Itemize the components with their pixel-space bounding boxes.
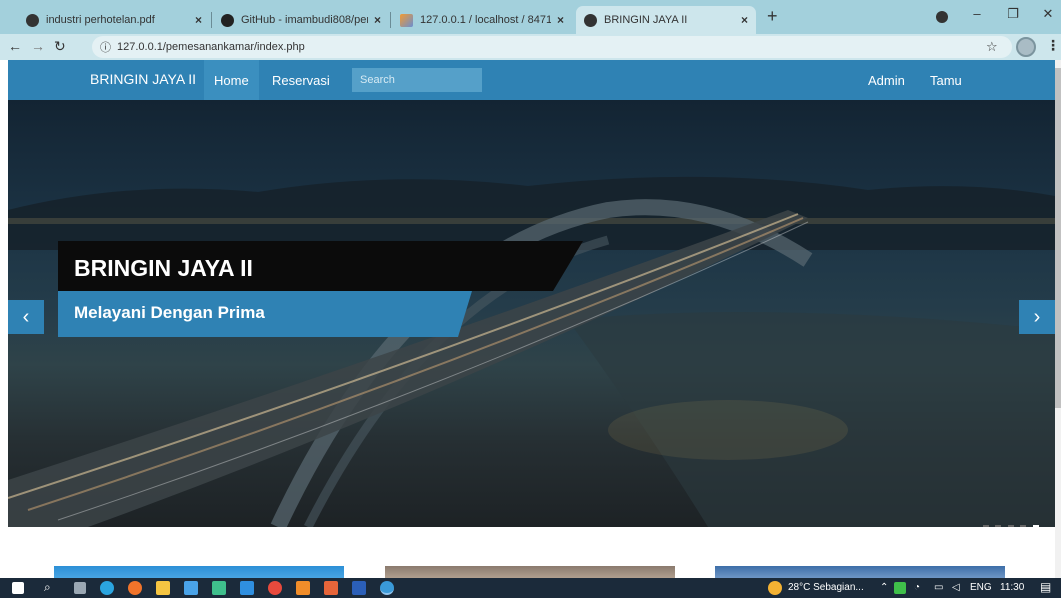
tab-divider (390, 12, 391, 28)
page-viewport: BRINGIN JAYA II Home Reservasi Admin Tam… (0, 60, 1061, 578)
notification-icon[interactable]: ▤ (1040, 580, 1051, 594)
tray-app-icon[interactable] (894, 582, 906, 594)
carousel-indicator-active[interactable] (1032, 525, 1039, 527)
wifi-icon[interactable]: ◔ (914, 582, 920, 593)
chevron-up-icon[interactable]: ⌃ (880, 582, 888, 593)
chevron-right-icon: › (1033, 305, 1041, 328)
carousel-title: BRINGIN JAYA II (58, 241, 583, 291)
firefox-icon[interactable] (128, 581, 142, 595)
store-icon[interactable] (184, 581, 198, 595)
window-close-icon[interactable]: ✕ (1038, 6, 1058, 22)
tab-label: 127.0.0.1 / localhost / 8471 / pel (420, 14, 551, 26)
github-icon (221, 13, 234, 27)
nav-admin[interactable]: Admin (858, 60, 915, 100)
carousel-subtitle: Melayani Dengan Prima (58, 291, 472, 337)
opera-icon[interactable] (268, 581, 282, 595)
browser-tab-bar: industri perhotelan.pdf × GitHub - imamb… (0, 0, 1061, 34)
menu-kebab-icon[interactable]: ⋮ (1046, 37, 1060, 54)
weather-icon[interactable] (768, 581, 782, 595)
restore-icon[interactable]: ❐ (1003, 6, 1023, 22)
tab-label: GitHub - imambudi808/pemesan (241, 14, 368, 26)
close-icon[interactable]: × (195, 13, 202, 27)
sublime-icon[interactable] (296, 581, 310, 595)
search-icon[interactable]: ⌕ (44, 580, 51, 595)
new-tab-button[interactable]: + (767, 6, 778, 27)
tab-phpmyadmin[interactable]: 127.0.0.1 / localhost / 8471 / pel × (392, 6, 572, 34)
battery-icon[interactable]: ▭ (934, 582, 943, 593)
clock[interactable]: 11:30 (1000, 582, 1024, 593)
phpmyadmin-icon (400, 13, 413, 27)
carousel-next-button[interactable]: › (1019, 300, 1055, 334)
hero-carousel: BRINGIN JAYA II Melayani Dengan Prima ‹ … (8, 100, 1055, 527)
address-bar: ← → ↻ ⓘ 127.0.0.1/pemesanankamar/index.p… (0, 34, 1061, 60)
room-card-image[interactable] (54, 566, 344, 578)
tab-industri-pdf[interactable]: industri perhotelan.pdf × (18, 6, 210, 34)
carousel-indicator[interactable] (1007, 525, 1014, 527)
close-icon[interactable]: × (374, 13, 381, 27)
chrome-icon (26, 13, 39, 27)
tab-divider (211, 12, 212, 28)
minimize-icon[interactable]: – (967, 6, 987, 21)
info-icon[interactable]: ⓘ (100, 39, 111, 55)
tab-label: BRINGIN JAYA II (604, 14, 688, 26)
url-text: 127.0.0.1/pemesanankamar/index.php (117, 41, 305, 53)
back-icon[interactable]: ← (8, 38, 22, 54)
windows-start-icon[interactable] (12, 582, 24, 594)
volume-icon[interactable]: ◁ (952, 582, 960, 593)
git-client-icon[interactable] (212, 581, 226, 595)
tab-label: industri perhotelan.pdf (46, 14, 155, 26)
windows-taskbar: ⌕ 28°C Sebagian... ⌃ ◔ ▭ ◁ ENG 11:30 ▤ (0, 578, 1061, 598)
tab-bringin-jaya[interactable]: BRINGIN JAYA II × (576, 6, 756, 34)
language-indicator[interactable]: ENG (970, 582, 992, 593)
incognito-icon[interactable] (936, 11, 948, 23)
forward-icon[interactable]: → (31, 38, 45, 54)
nav-tamu[interactable]: Tamu (920, 60, 972, 100)
chrome-icon[interactable] (380, 581, 394, 595)
close-icon[interactable]: × (741, 13, 748, 27)
tab-github[interactable]: GitHub - imambudi808/pemesan × (213, 6, 389, 34)
site-brand[interactable]: BRINGIN JAYA II (90, 71, 196, 87)
nav-home[interactable]: Home (204, 60, 259, 100)
carousel-prev-button[interactable]: ‹ (8, 300, 44, 334)
room-card-image[interactable] (715, 566, 1005, 578)
task-view-icon[interactable] (74, 582, 86, 594)
url-input[interactable]: ⓘ 127.0.0.1/pemesanankamar/index.php (92, 36, 1012, 58)
vscode-icon[interactable] (240, 581, 254, 595)
close-icon[interactable]: × (557, 13, 564, 27)
word-icon[interactable] (352, 581, 366, 595)
nav-reservasi[interactable]: Reservasi (262, 60, 340, 100)
carousel-indicators (983, 515, 1041, 527)
bookmark-star-icon[interactable]: ☆ (986, 39, 998, 55)
carousel-indicator[interactable] (995, 525, 1002, 527)
room-card-image[interactable] (385, 566, 675, 578)
carousel-indicator[interactable] (1020, 525, 1027, 527)
file-explorer-icon[interactable] (156, 581, 170, 595)
reload-icon[interactable]: ↻ (54, 38, 66, 55)
site-navbar: BRINGIN JAYA II Home Reservasi Admin Tam… (8, 60, 1055, 100)
chrome-icon (584, 13, 597, 27)
search-input[interactable] (352, 68, 482, 92)
chevron-left-icon: ‹ (22, 305, 30, 328)
weather-text[interactable]: 28°C Sebagian... (788, 582, 864, 593)
edge-icon[interactable] (100, 581, 114, 595)
xampp-icon[interactable] (324, 581, 338, 595)
page-scrollbar[interactable] (1055, 60, 1061, 578)
carousel-indicator[interactable] (983, 525, 989, 527)
profile-avatar[interactable] (1016, 37, 1036, 57)
scrollbar-thumb[interactable] (1055, 68, 1061, 408)
